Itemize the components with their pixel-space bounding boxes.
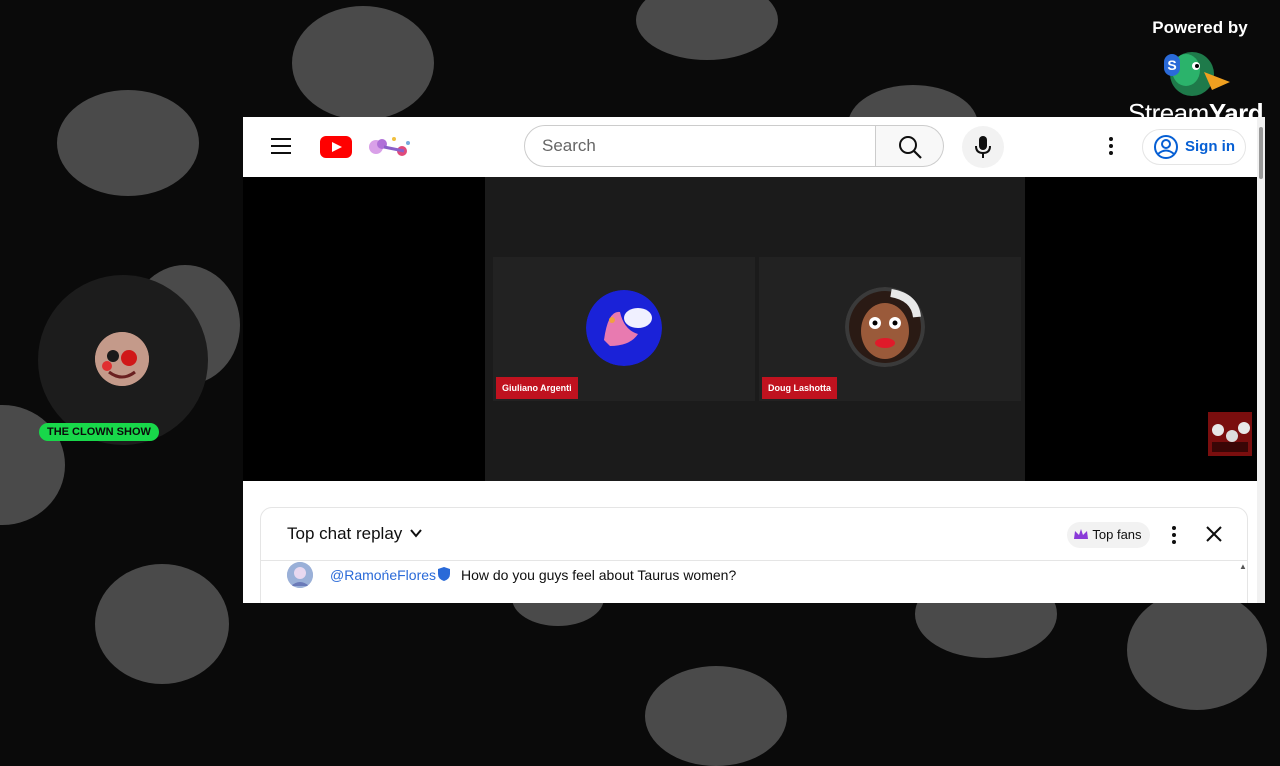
background-blob <box>636 0 778 60</box>
participant-name-tag: Doug Lashotta <box>762 377 837 399</box>
background-blob <box>292 6 434 120</box>
chat-panel: Top chat replay Top fans @RamońeFlores H… <box>260 507 1248 603</box>
close-icon[interactable] <box>1205 525 1223 543</box>
background-blob <box>57 90 199 196</box>
svg-text:S: S <box>1167 57 1176 73</box>
youtube-doodle-icon[interactable] <box>358 129 416 165</box>
voice-search-button[interactable] <box>962 126 1004 168</box>
scroll-up-arrow-icon[interactable]: ▲ <box>1239 562 1247 571</box>
background-blob <box>645 666 787 766</box>
host-name-badge: THE CLOWN SHOW <box>39 423 159 441</box>
chat-mode-selector[interactable]: Top chat replay <box>287 524 402 544</box>
search-input[interactable] <box>525 126 862 166</box>
chat-more-icon[interactable] <box>1169 525 1179 545</box>
participant-tile: Giuliano Argenti <box>493 257 755 401</box>
sign-in-label: Sign in <box>1185 138 1235 155</box>
top-fans-button[interactable]: Top fans <box>1067 522 1150 548</box>
youtube-top-bar: Sign in <box>243 117 1257 177</box>
sign-in-button[interactable]: Sign in <box>1142 129 1246 165</box>
message-author-avatar[interactable] <box>287 562 313 588</box>
account-circle-icon <box>1154 135 1178 159</box>
background-blob <box>95 564 229 684</box>
top-fans-label: Top fans <box>1092 527 1142 542</box>
powered-by-label: Powered by <box>1152 18 1248 37</box>
participant-tile: Doug Lashotta <box>759 257 1021 401</box>
page-scrollbar[interactable] <box>1257 117 1265 603</box>
settings-more-icon[interactable] <box>1101 135 1121 159</box>
background-blob <box>1127 590 1267 710</box>
youtube-window: Sign in Giuliano Argenti <box>243 117 1265 603</box>
search-box <box>524 125 876 167</box>
participant-avatar <box>845 287 925 367</box>
channel-watermark-thumbnail[interactable] <box>1208 412 1252 456</box>
moderator-shield-icon <box>438 567 450 581</box>
chat-header: Top chat replay Top fans <box>261 508 1247 561</box>
host-avatar <box>95 332 149 386</box>
youtube-logo-icon[interactable] <box>320 136 352 158</box>
message-author[interactable]: @RamońeFlores <box>330 567 436 583</box>
search-icon <box>899 136 922 159</box>
chevron-down-icon[interactable] <box>409 528 423 538</box>
message-text: How do you guys feel about Taurus women? <box>461 567 737 583</box>
scrollbar-thumb[interactable] <box>1259 127 1263 179</box>
crown-icon <box>1074 529 1088 539</box>
menu-icon[interactable] <box>271 138 291 156</box>
participant-avatar <box>586 290 662 366</box>
streamyard-duck-logo: S <box>1164 52 1230 96</box>
microphone-icon <box>975 136 991 158</box>
stream-canvas: Giuliano Argenti Doug Lashotta <box>485 177 1025 481</box>
video-player[interactable]: Giuliano Argenti Doug Lashotta <box>243 177 1265 481</box>
participant-name-tag: Giuliano Argenti <box>496 377 578 399</box>
search-button[interactable] <box>876 125 944 167</box>
